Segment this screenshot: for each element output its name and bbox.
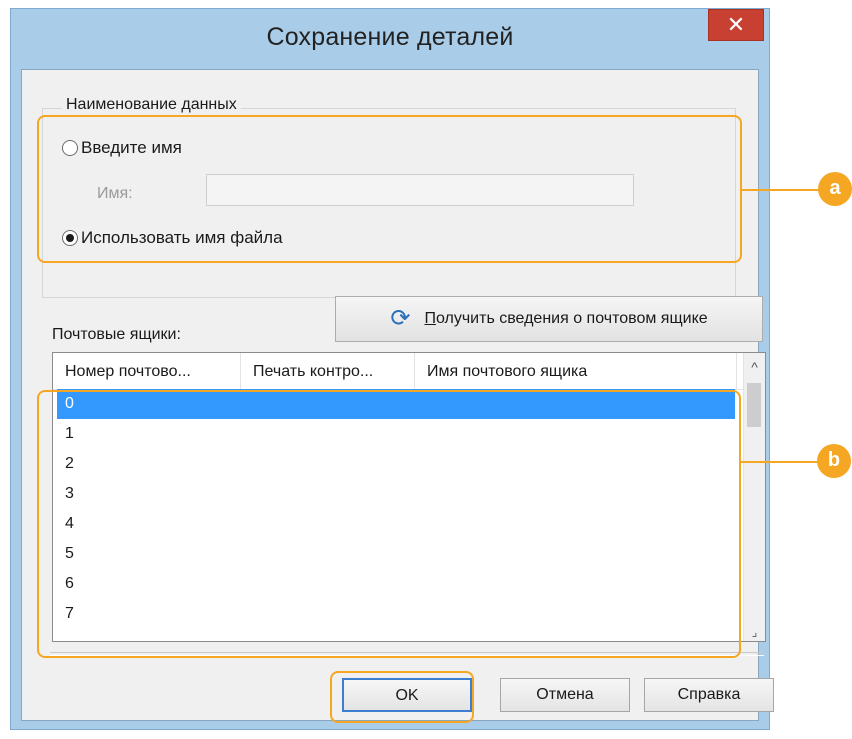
callout-a-box xyxy=(37,115,742,263)
dialog-title: Сохранение деталей xyxy=(266,23,514,51)
callout-b-badge: b xyxy=(817,444,851,478)
callout-b-box xyxy=(37,390,741,658)
callout-ok-box xyxy=(330,671,474,723)
callout-a-line xyxy=(742,189,820,191)
resize-grip-icon: ⌟ xyxy=(751,625,758,639)
get-mailbox-info-button[interactable]: ⟳ Получить сведения о почтовом ящике xyxy=(335,296,763,342)
help-button[interactable]: Справка xyxy=(644,678,774,712)
column-header-number[interactable]: Номер почтово... xyxy=(53,353,241,389)
vertical-scrollbar[interactable]: ^ ⌟ xyxy=(743,353,765,641)
column-header-name[interactable]: Имя почтового ящика xyxy=(415,353,737,389)
column-header-print[interactable]: Печать контро... xyxy=(241,353,415,389)
callout-b-line xyxy=(741,461,819,463)
scroll-up-icon[interactable]: ^ xyxy=(744,359,765,375)
get-mailbox-info-label: Получить сведения о почтовом ящике xyxy=(424,310,708,327)
callout-a-badge: a xyxy=(818,172,852,206)
close-button[interactable]: ✕ xyxy=(708,9,764,41)
mailboxes-caption: Почтовые ящики: xyxy=(52,326,181,343)
data-naming-legend: Наименование данных xyxy=(62,96,241,114)
scroll-thumb[interactable] xyxy=(747,383,761,427)
cancel-button[interactable]: Отмена xyxy=(500,678,630,712)
title-bar[interactable]: Сохранение деталей ✕ xyxy=(11,9,769,69)
list-header: Номер почтово... Печать контро... Имя по… xyxy=(53,353,743,390)
refresh-icon: ⟳ xyxy=(390,305,411,332)
